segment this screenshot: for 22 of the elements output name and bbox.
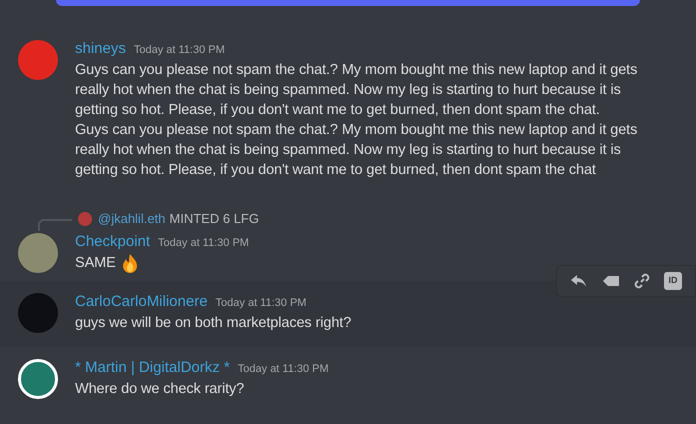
- reply-connector: [38, 219, 72, 231]
- message-text: Where do we check rarity?: [75, 380, 244, 399]
- author-name[interactable]: * Martin | DigitalDorkz *: [75, 357, 230, 380]
- reply-text[interactable]: MINTED 6 LFG: [169, 209, 259, 229]
- message-text: Guys can you please not spam the chat.? My mom bought me this new laptop and it gets really hot when the chat is being spammed. Now my leg is starting to hurt because it is getting so hot. Please, if you don't want me to get burned, then dont spam the chat.: [75, 61, 638, 120]
- timestamp: Today at 11:30 PM: [216, 296, 306, 311]
- id-button[interactable]: ID: [664, 272, 682, 290]
- avatar[interactable]: [18, 359, 58, 399]
- author-name[interactable]: CarloCarloMilionere: [75, 291, 208, 314]
- reply-mention[interactable]: @jkahlil.eth: [98, 209, 166, 229]
- reply-avatar: [78, 212, 92, 226]
- link-icon[interactable]: [634, 273, 650, 289]
- message-text: SAME: [75, 254, 116, 273]
- reply-icon[interactable]: [570, 273, 588, 289]
- timestamp: Today at 11:30 PM: [134, 43, 225, 58]
- message-text: Guys can you please not spam the chat.? My mom bought me this new laptop and it gets really hot when the chat is being spammed. Now my leg is starting to hurt because it is getting so hot. Please, if you don't want me to get burned, then dont spam the chat: [75, 121, 638, 180]
- message-text: guys we will be on both marketplaces right?: [75, 314, 352, 333]
- timestamp: Today at 11:30 PM: [238, 362, 329, 377]
- timestamp: Today at 11:30 PM: [158, 236, 249, 251]
- author-name[interactable]: Checkpoint: [75, 231, 150, 254]
- author-name[interactable]: shineys: [75, 38, 126, 60]
- tag-icon[interactable]: [602, 273, 620, 289]
